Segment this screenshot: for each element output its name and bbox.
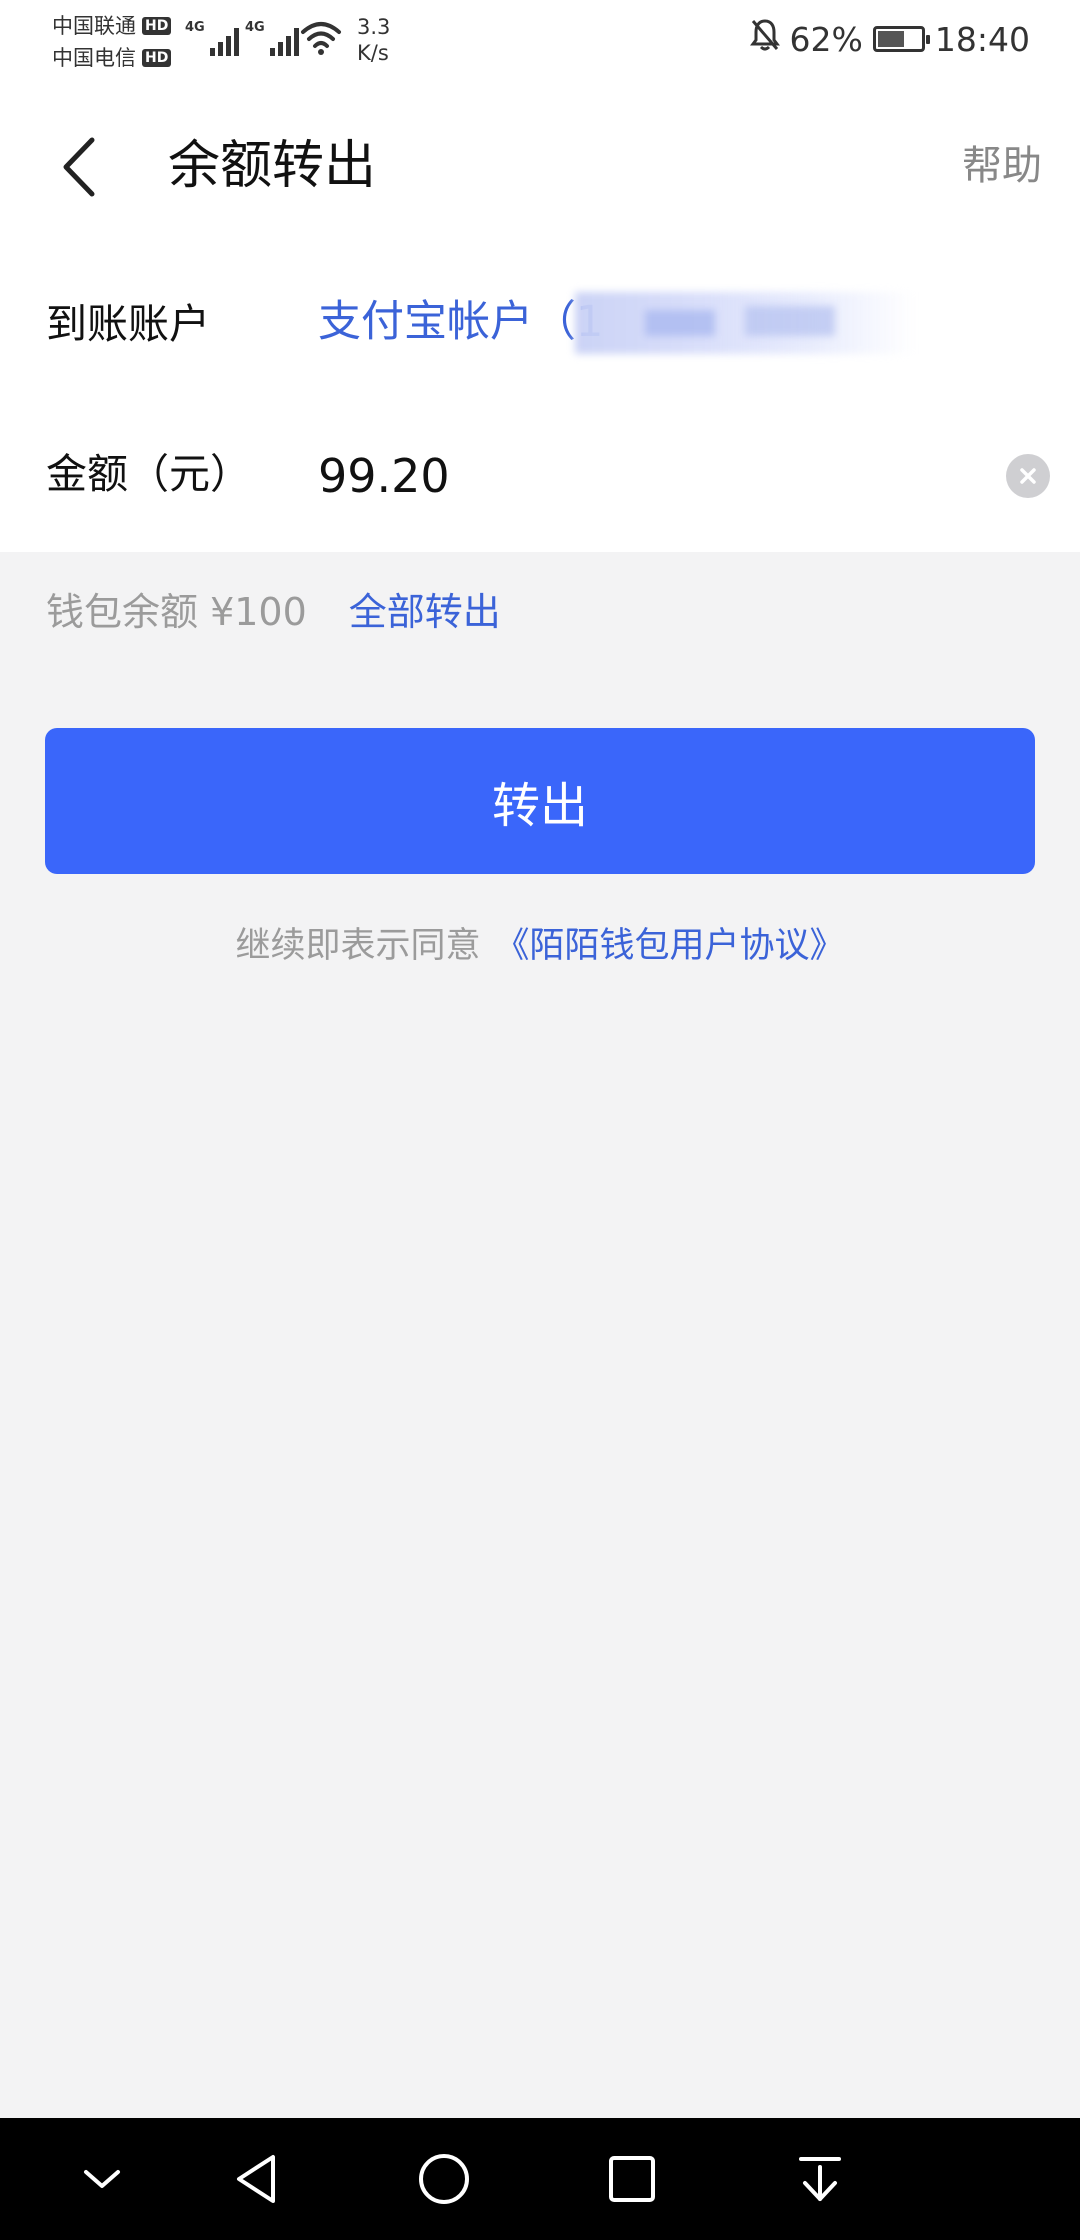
page-title: 余额转出 <box>168 136 377 196</box>
redaction-mask <box>575 292 915 354</box>
agreement-line: 继续即表示同意 《陌陌钱包用户协议》 <box>0 918 1080 974</box>
chevron-down-icon <box>84 2170 120 2188</box>
transfer-all-link[interactable]: 全部转出 <box>349 582 501 642</box>
transfer-out-button[interactable]: 转出 <box>45 728 1035 874</box>
wallet-balance: 钱包余额 ¥100 <box>46 590 307 634</box>
nav-home-button[interactable] <box>384 2118 504 2240</box>
carrier-1-label: 中国联通 <box>52 14 136 38</box>
clear-icon <box>1020 468 1036 484</box>
help-link[interactable]: 帮助 <box>962 140 1042 192</box>
agreement-link[interactable]: 《陌陌钱包用户协议》 <box>495 926 845 966</box>
account-row[interactable]: 到账账户 支付宝帐户（1 <box>0 252 1080 402</box>
network-1-label: 4G <box>185 20 205 35</box>
transfer-form: 到账账户 支付宝帐户（1 金额（元） <box>0 252 1080 552</box>
nav-collapse-button[interactable] <box>42 2118 162 2240</box>
nav-notifications-button[interactable] <box>760 2118 880 2240</box>
status-bar: 中国联通 HD 中国电信 HD 4G 4G 3.3 K/s 62% 18:40 <box>0 0 1080 82</box>
hd-badge: HD <box>142 17 172 35</box>
carrier-2-label: 中国电信 <box>52 46 136 70</box>
account-label: 到账账户 <box>46 300 210 348</box>
status-right: 62% 18:40 <box>749 18 1030 60</box>
clear-button[interactable] <box>1006 454 1050 498</box>
battery-percent: 62% <box>789 19 863 59</box>
wifi-icon <box>300 20 342 60</box>
triangle-back-icon <box>237 2155 275 2203</box>
amount-row: 金额（元） <box>0 402 1080 552</box>
signal-2-icon: 4G <box>245 20 299 56</box>
chevron-left-icon <box>63 137 95 197</box>
system-nav-bar <box>0 2118 1080 2240</box>
speed-unit: K/s <box>357 41 389 65</box>
nav-recent-button[interactable] <box>572 2118 692 2240</box>
speed-value: 3.3 <box>357 15 391 39</box>
pull-down-icon <box>799 2157 841 2201</box>
hd-badge: HD <box>142 49 172 67</box>
network-2-label: 4G <box>245 20 265 35</box>
agreement-prefix: 继续即表示同意 <box>235 926 481 966</box>
square-recent-icon <box>609 2156 655 2202</box>
signal-1-icon: 4G <box>185 20 239 56</box>
status-time: 18:40 <box>934 19 1030 59</box>
circle-home-icon <box>419 2154 469 2204</box>
balance-line: 钱包余额 ¥100 全部转出 <box>46 582 501 642</box>
carrier-info: 中国联通 HD 中国电信 HD <box>52 10 172 74</box>
app-header: 余额转出 帮助 <box>0 82 1080 252</box>
nav-back-button[interactable] <box>196 2118 316 2240</box>
battery-icon <box>872 26 930 52</box>
amount-label: 金额（元） <box>46 450 251 498</box>
bell-off-icon <box>749 18 780 60</box>
back-button[interactable] <box>50 132 110 202</box>
account-value[interactable]: 支付宝帐户（1 <box>318 294 603 350</box>
network-speed: 3.3 K/s <box>357 14 390 66</box>
amount-input[interactable] <box>318 444 998 508</box>
